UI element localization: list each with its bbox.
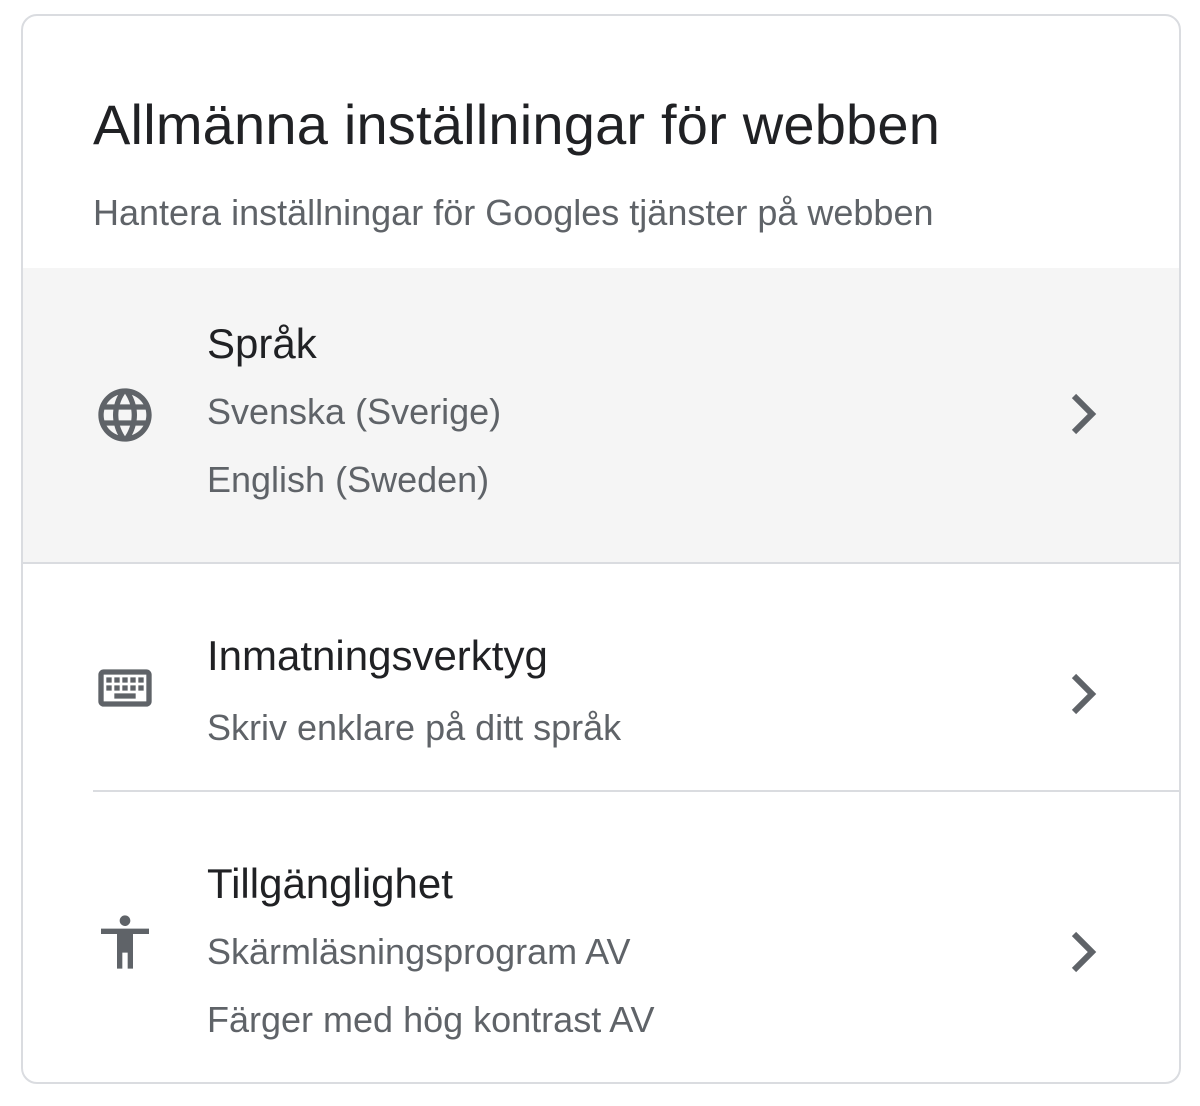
settings-item-input-tools[interactable]: Inmatningsverktyg Skriv enklare på ditt … <box>23 564 1179 790</box>
accessibility-text: Tillgänglighet Skärmläsningsprogram AV F… <box>207 860 655 1042</box>
language-title: Språk <box>207 320 317 367</box>
input-tools-text: Inmatningsverktyg Skriv enklare på ditt … <box>207 632 621 750</box>
language-value-secondary: English (Sweden) <box>207 459 490 500</box>
accessibility-icon <box>93 910 157 974</box>
settings-card: Allmänna inställningar för webben Hanter… <box>21 14 1181 1084</box>
chevron-right-icon <box>1065 928 1101 976</box>
page-title: Allmänna inställningar för webben <box>93 93 941 156</box>
keyboard-icon <box>93 656 157 720</box>
input-tools-title: Inmatningsverktyg <box>207 632 548 679</box>
language-value-primary: Svenska (Sverige) <box>207 391 502 432</box>
language-text: Språk Svenska (Sverige) English (Sweden) <box>207 320 501 502</box>
screen-reader-status: Skärmläsningsprogram AV <box>207 931 631 972</box>
chevron-right-icon <box>1065 390 1101 438</box>
input-tools-description: Skriv enklare på ditt språk <box>207 707 622 748</box>
chevron-right-icon <box>1065 670 1101 718</box>
page-subtitle: Hantera inställningar för Googles tjänst… <box>93 192 934 233</box>
globe-icon <box>93 383 157 447</box>
accessibility-title: Tillgänglighet <box>207 860 453 907</box>
settings-item-language[interactable]: Språk Svenska (Sverige) English (Sweden) <box>23 268 1179 562</box>
high-contrast-status: Färger med hög kontrast AV <box>207 999 655 1040</box>
settings-item-accessibility[interactable]: Tillgänglighet Skärmläsningsprogram AV F… <box>23 792 1179 1082</box>
